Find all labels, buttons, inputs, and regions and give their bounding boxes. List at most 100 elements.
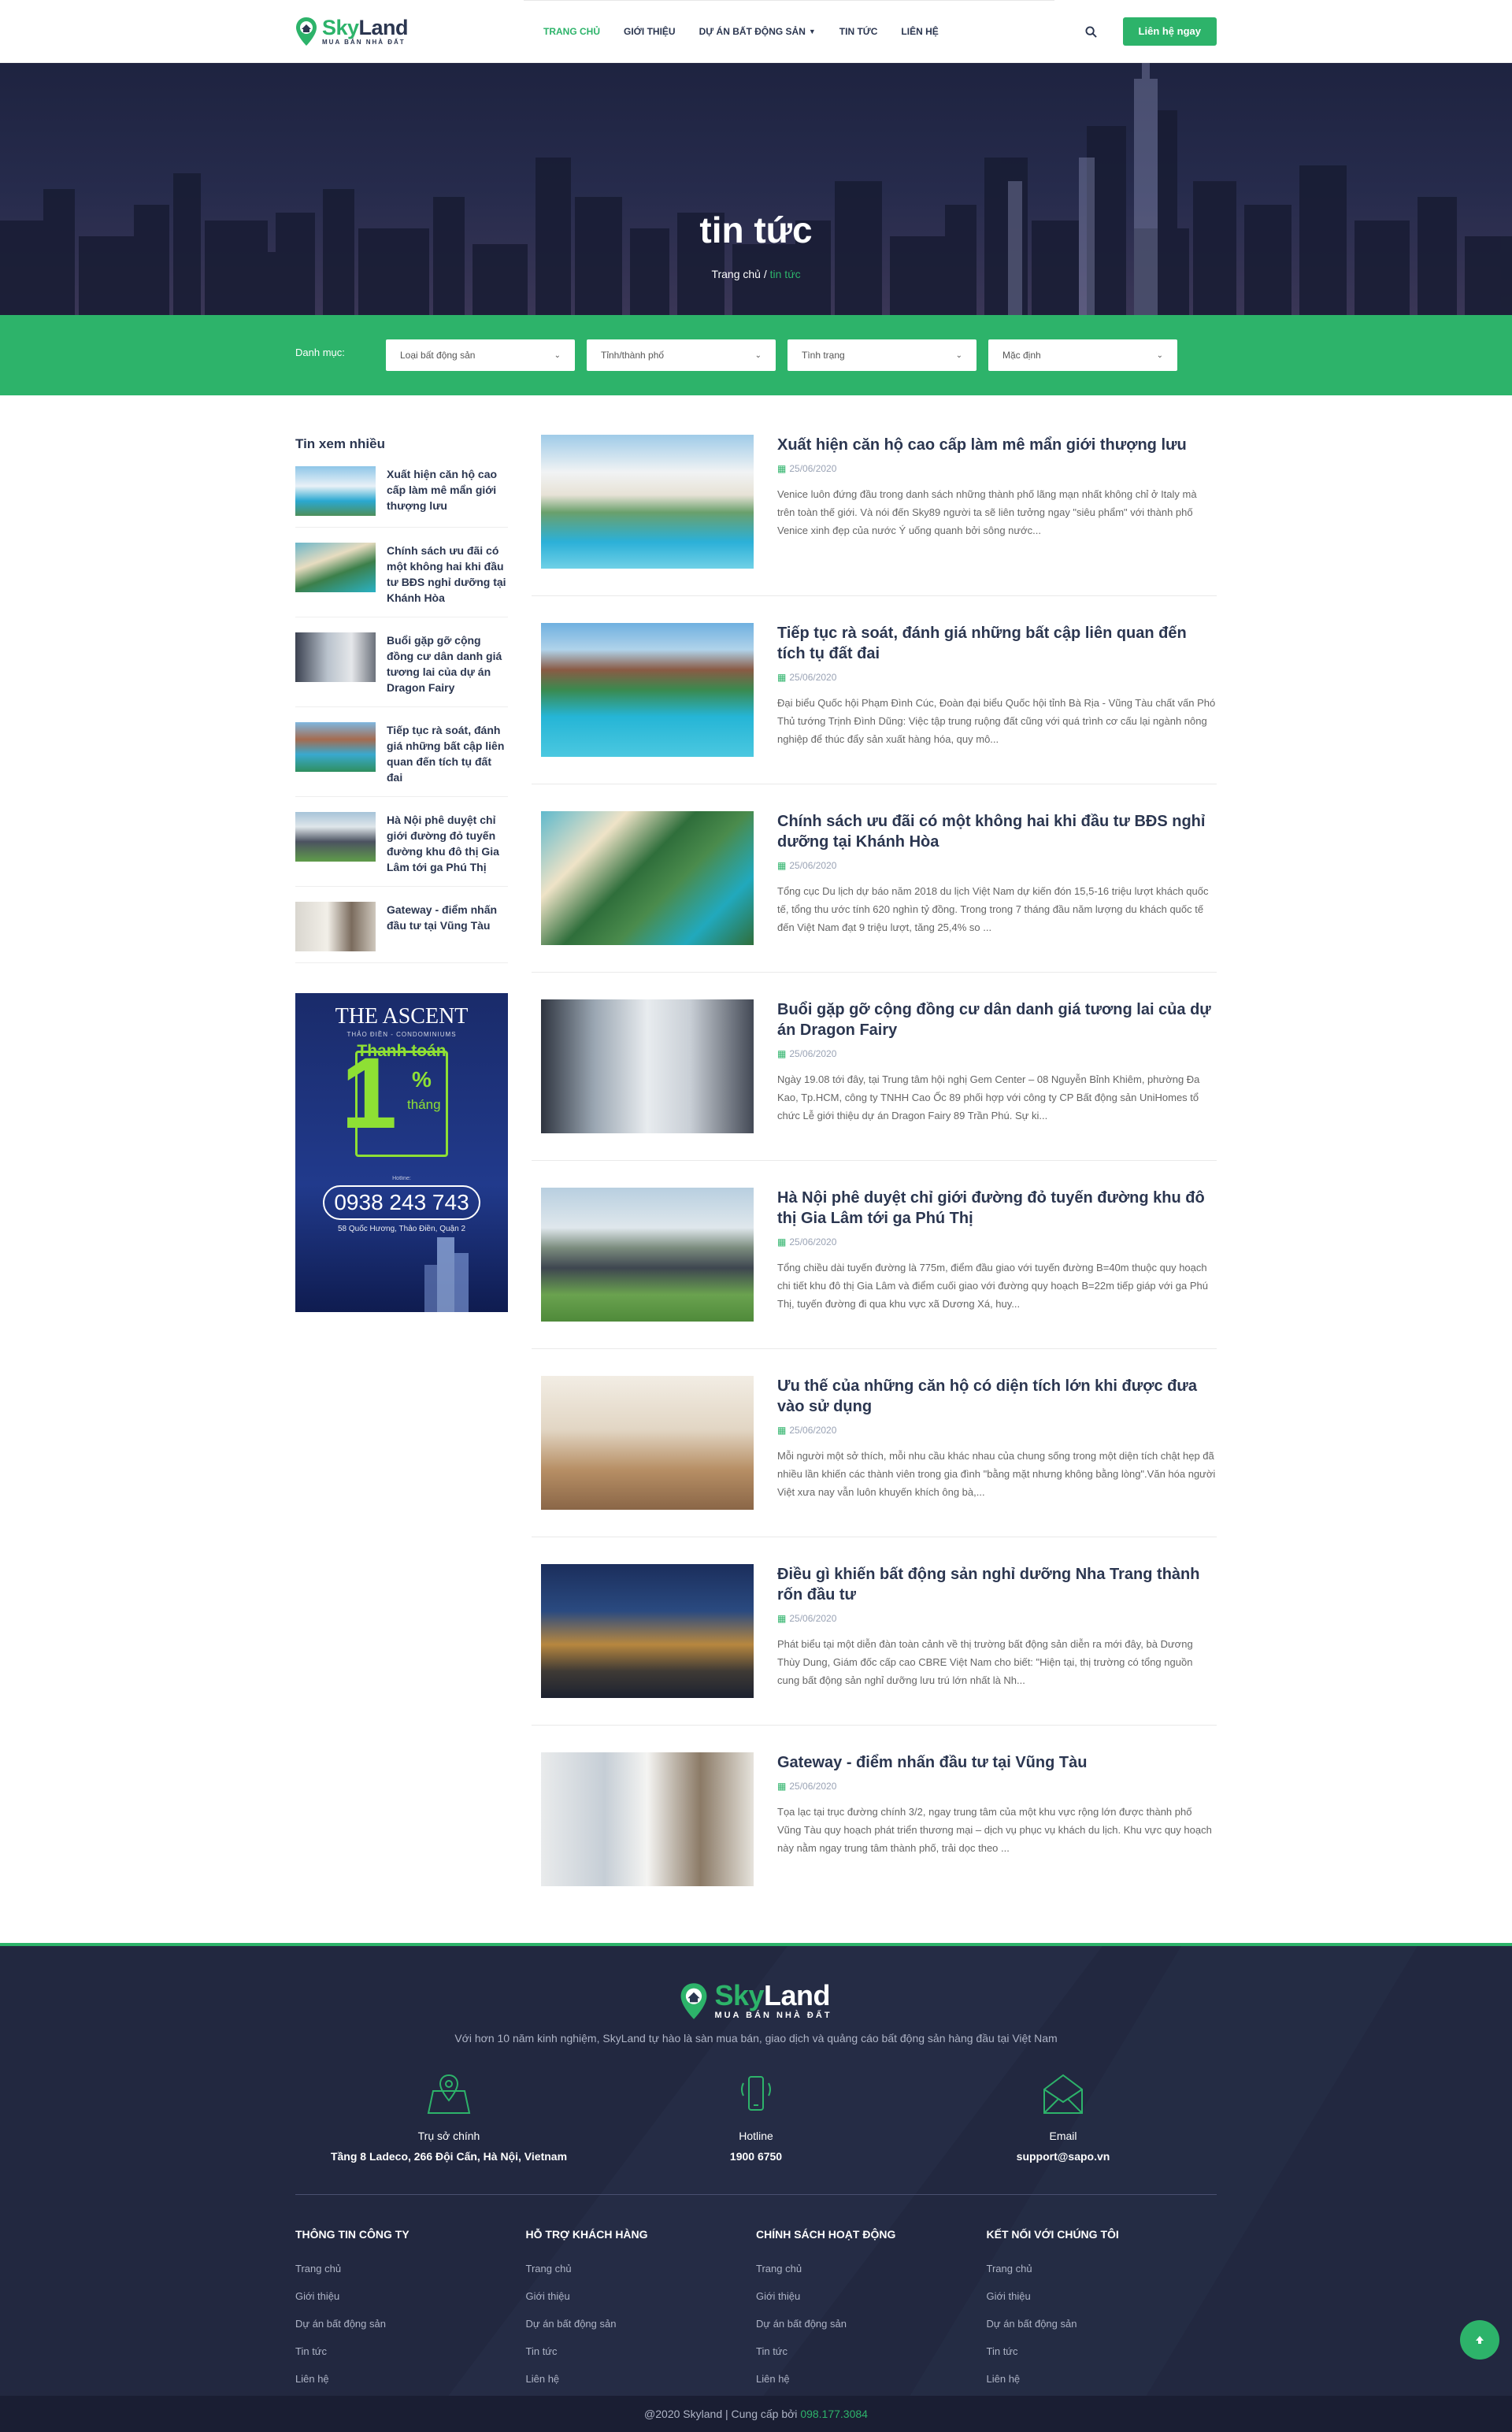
- ad-number: 1: [341, 1037, 398, 1150]
- search-icon: [1085, 25, 1097, 38]
- nav-about[interactable]: GIỚI THIỆU: [612, 0, 687, 63]
- footer-link[interactable]: Giới thiệu: [987, 2290, 1217, 2302]
- nav-news[interactable]: TIN TỨC: [828, 0, 890, 63]
- breadcrumb-current: tin tức: [769, 268, 801, 280]
- post-item: Hà Nội phê duyệt chỉ giới đường đỏ tuyến…: [532, 1188, 1217, 1349]
- sidebar-ad-banner[interactable]: THE ASCENT THẢO ĐIỀN - CONDOMINIUMS 1 % …: [295, 993, 508, 1312]
- post-title[interactable]: Buổi gặp gỡ cộng đồng cư dân danh giá tư…: [777, 999, 1217, 1040]
- post-thumbnail[interactable]: [541, 999, 754, 1133]
- footer-link[interactable]: Dự án bất động sản: [526, 2318, 757, 2330]
- footer-link[interactable]: Trang chủ: [526, 2263, 757, 2274]
- footer-link[interactable]: Dự án bất động sản: [987, 2318, 1217, 2330]
- nav-projects[interactable]: DỰ ÁN BẤT ĐỘNG SẢN ▼: [687, 0, 828, 63]
- nav-contact[interactable]: LIÊN HỆ: [889, 0, 950, 63]
- post-excerpt: Phát biểu tại một diễn đàn toàn cảnh về …: [777, 1638, 1193, 1686]
- footer-column-title: THÔNG TIN CÔNG TY: [295, 2228, 410, 2241]
- sidebar-post-title[interactable]: Hà Nội phê duyệt chỉ giới đường đỏ tuyến…: [387, 812, 508, 875]
- nav-home[interactable]: TRANG CHỦ: [532, 0, 612, 63]
- footer-link[interactable]: Trang chủ: [756, 2263, 987, 2274]
- footer-column-support: HỖ TRỢ KHÁCH HÀNG Trang chủ Giới thiệu D…: [526, 2228, 757, 2400]
- post-date: ▦ 25/06/2020: [777, 463, 837, 474]
- nav-projects-label: DỰ ÁN BẤT ĐỘNG SẢN: [699, 26, 806, 37]
- calendar-icon: ▦: [777, 860, 787, 871]
- footer-link[interactable]: Tin tức: [756, 2345, 987, 2357]
- footer-intro: Với hơn 10 năm kinh nghiệm, SkyLand tự h…: [454, 2032, 1058, 2045]
- sidebar-post-thumbnail[interactable]: [295, 902, 376, 951]
- page-hero: tin tức Trang chủ / tin tức: [0, 63, 1512, 315]
- sidebar-post-title[interactable]: Tiếp tục rà soát, đánh giá những bất cập…: [387, 722, 508, 785]
- post-thumbnail[interactable]: [541, 1564, 754, 1698]
- chevron-down-icon: ⌄: [554, 350, 561, 360]
- footer-link[interactable]: Tin tức: [295, 2345, 526, 2357]
- post-thumbnail[interactable]: [541, 435, 754, 569]
- post-title[interactable]: Điều gì khiến bất động sản nghỉ dưỡng Nh…: [777, 1564, 1217, 1605]
- sidebar-post[interactable]: Tiếp tục rà soát, đánh giá những bất cập…: [295, 722, 508, 797]
- footer-link[interactable]: Tin tức: [987, 2345, 1217, 2357]
- post-thumbnail[interactable]: [541, 1188, 754, 1322]
- site-logo[interactable]: SkyLand MUA BÁN NHÀ ĐẤT: [295, 17, 532, 46]
- post-item: Tiếp tục rà soát, đánh giá những bất cập…: [532, 623, 1217, 784]
- footer-link[interactable]: Trang chủ: [295, 2263, 526, 2274]
- footer-contact-value: Tầng 8 Ladeco, 266 Đội Cấn, Hà Nội, Viet…: [330, 2150, 568, 2163]
- footer-link[interactable]: Liên hệ: [295, 2373, 526, 2385]
- sidebar-post[interactable]: Gateway - điểm nhấn đầu tư tại Vũng Tàu: [295, 902, 508, 963]
- post-title[interactable]: Ưu thế của những căn hộ có diện tích lớn…: [777, 1376, 1217, 1417]
- post-title[interactable]: Chính sách ưu đãi có một không hai khi đ…: [777, 811, 1217, 852]
- post-thumbnail[interactable]: [541, 1376, 754, 1510]
- footer-link[interactable]: Liên hệ: [526, 2373, 757, 2385]
- post-item: Điều gì khiến bất động sản nghỉ dưỡng Nh…: [532, 1564, 1217, 1726]
- sidebar-post-title[interactable]: Xuất hiện căn hộ cao cấp làm mê mẩn giới…: [387, 466, 508, 516]
- footer-contact-value[interactable]: 1900 6750: [602, 2150, 910, 2163]
- footer-link[interactable]: Giới thiệu: [526, 2290, 757, 2302]
- back-to-top-button[interactable]: [1460, 2320, 1499, 2360]
- footer-column-title: KẾT NỐI VỚI CHÚNG TÔI: [986, 2228, 1119, 2241]
- footer-link[interactable]: Dự án bất động sản: [756, 2318, 987, 2330]
- footer-link[interactable]: Liên hệ: [756, 2373, 987, 2385]
- post-thumbnail[interactable]: [541, 811, 754, 945]
- contact-now-button[interactable]: Liên hệ ngay: [1122, 17, 1217, 46]
- footer-link[interactable]: Dự án bất động sản: [295, 2318, 526, 2330]
- sidebar-post-title[interactable]: Chính sách ưu đãi có một không hai khi đ…: [387, 543, 508, 606]
- sidebar-post-thumbnail[interactable]: [295, 722, 376, 772]
- footer-link[interactable]: Liên hệ: [987, 2373, 1217, 2385]
- calendar-icon: ▦: [777, 463, 787, 474]
- footer-columns: THÔNG TIN CÔNG TY Trang chủ Giới thiệu D…: [295, 2228, 1217, 2400]
- select-sort[interactable]: Mặc định ⌄: [988, 339, 1177, 371]
- footer-logo[interactable]: SkyLand MUA BÁN NHÀ ĐẤT: [295, 1982, 1217, 2020]
- sidebar-post[interactable]: Chính sách ưu đãi có một không hai khi đ…: [295, 543, 508, 617]
- footer-contact-title: Hotline: [739, 2130, 773, 2142]
- post-thumbnail[interactable]: [541, 1752, 754, 1886]
- sidebar-post-thumbnail[interactable]: [295, 632, 376, 682]
- breadcrumb-home[interactable]: Trang chủ: [711, 268, 761, 280]
- ad-phone: 0938 243 743: [323, 1185, 480, 1220]
- sidebar-post[interactable]: Xuất hiện căn hộ cao cấp làm mê mẩn giới…: [295, 466, 508, 528]
- footer-link[interactable]: Trang chủ: [987, 2263, 1217, 2274]
- sidebar-post-title[interactable]: Buổi gặp gỡ cộng đồng cư dân danh giá tư…: [387, 632, 508, 695]
- select-status[interactable]: Tình trạng ⌄: [788, 339, 976, 371]
- select-province[interactable]: Tỉnh/thành phố ⌄: [587, 339, 776, 371]
- post-title[interactable]: Xuất hiện căn hộ cao cấp làm mê mẩn giới…: [777, 435, 1217, 455]
- post-title[interactable]: Gateway - điểm nhấn đầu tư tại Vũng Tàu: [777, 1752, 1217, 1773]
- copyright-phone[interactable]: 098.177.3084: [800, 2408, 868, 2420]
- post-date: ▦ 25/06/2020: [777, 1236, 837, 1248]
- post-title[interactable]: Hà Nội phê duyệt chỉ giới đường đỏ tuyến…: [777, 1188, 1217, 1229]
- search-button[interactable]: [1084, 24, 1099, 39]
- footer-contact-value[interactable]: support@sapo.vn: [910, 2150, 1217, 2163]
- select-property-type[interactable]: Loại bất động sản ⌄: [386, 339, 575, 371]
- post-thumbnail[interactable]: [541, 623, 754, 757]
- sidebar-post[interactable]: Buổi gặp gỡ cộng đồng cư dân danh giá tư…: [295, 632, 508, 707]
- sidebar-post[interactable]: Hà Nội phê duyệt chỉ giới đường đỏ tuyến…: [295, 812, 508, 887]
- sidebar-post-thumbnail[interactable]: [295, 466, 376, 516]
- footer-link[interactable]: Tin tức: [526, 2345, 757, 2357]
- sidebar-post-thumbnail[interactable]: [295, 543, 376, 592]
- post-title[interactable]: Tiếp tục rà soát, đánh giá những bất cập…: [777, 623, 1217, 664]
- footer-link[interactable]: Giới thiệu: [295, 2290, 526, 2302]
- footer-column-company: THÔNG TIN CÔNG TY Trang chủ Giới thiệu D…: [295, 2228, 526, 2400]
- footer-contacts: Trụ sở chính Tầng 8 Ladeco, 266 Đội Cấn,…: [295, 2072, 1217, 2163]
- footer-link[interactable]: Giới thiệu: [756, 2290, 987, 2302]
- calendar-icon: ▦: [777, 1236, 787, 1248]
- sidebar-post-title[interactable]: Gateway - điểm nhấn đầu tư tại Vũng Tàu: [387, 902, 508, 951]
- sidebar-post-thumbnail[interactable]: [295, 812, 376, 862]
- chevron-down-icon: ⌄: [754, 350, 762, 360]
- select-sort-value: Mặc định: [1002, 350, 1041, 361]
